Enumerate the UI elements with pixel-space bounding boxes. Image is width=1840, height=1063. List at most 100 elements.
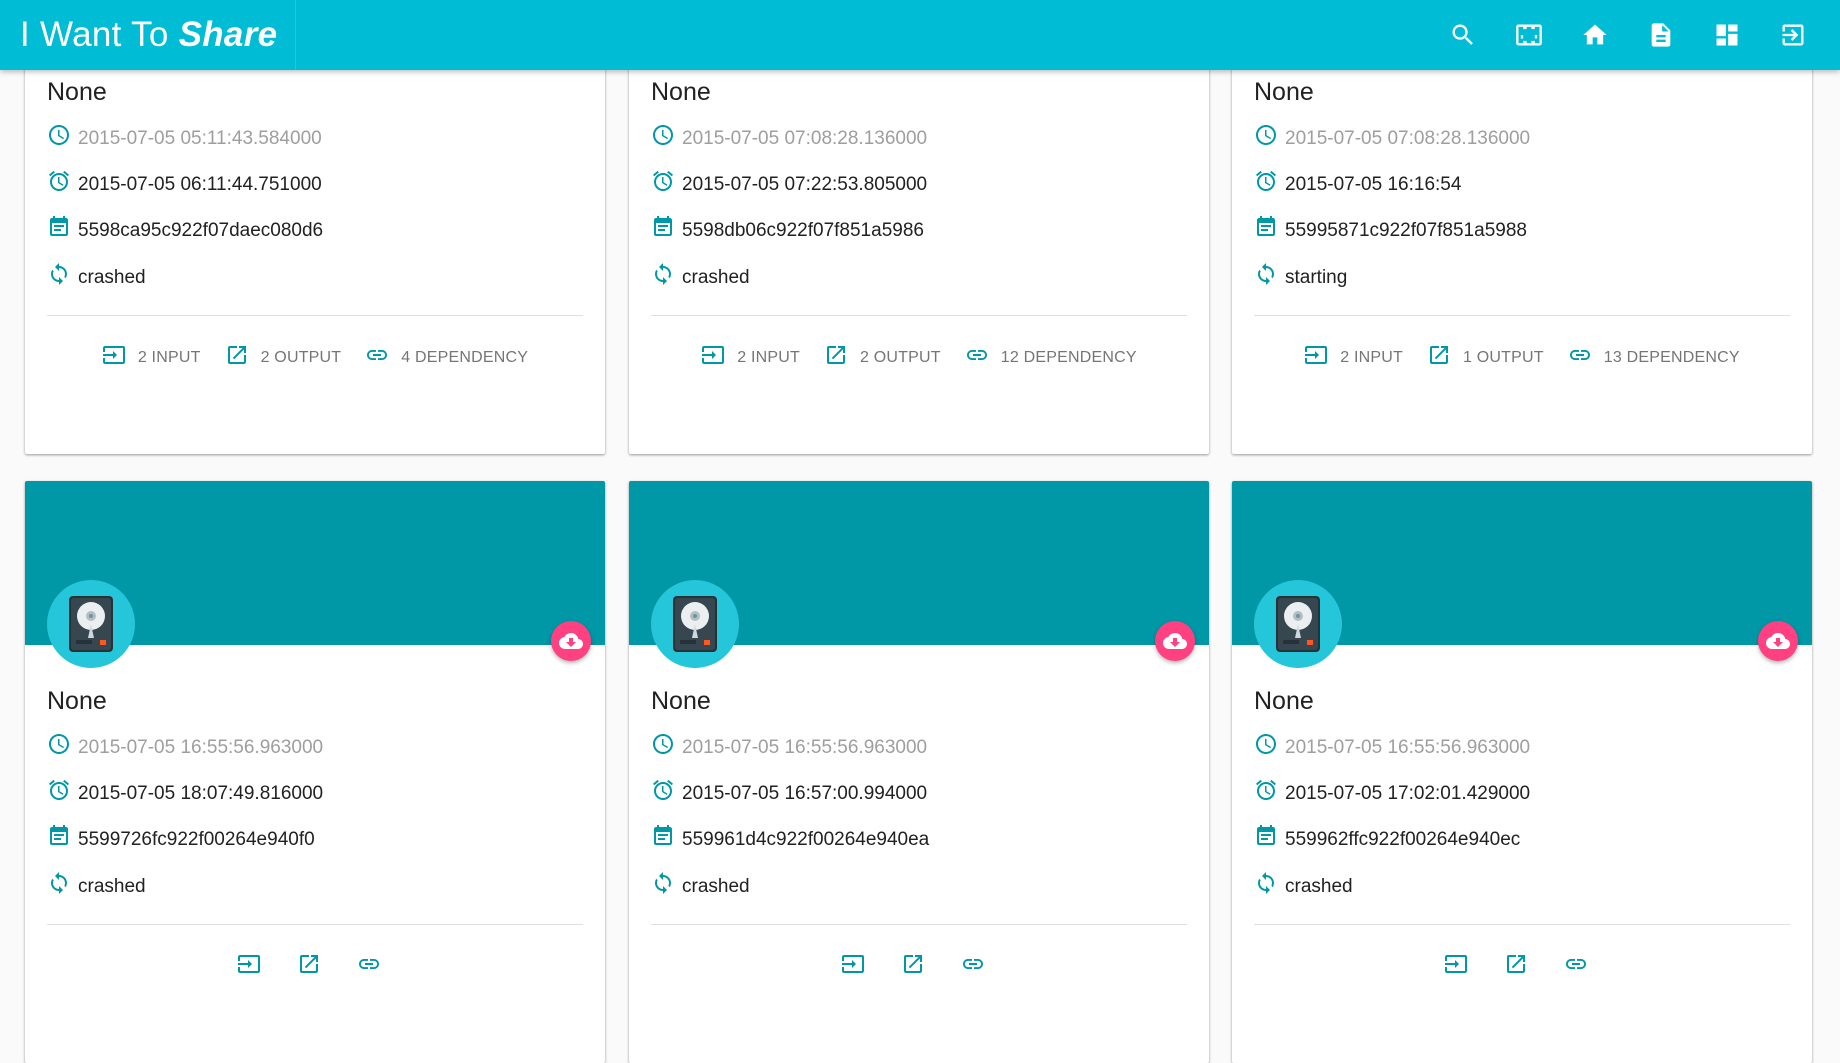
logout-button[interactable] [1760, 0, 1826, 70]
input-icon [842, 954, 864, 973]
status-row: crashed [47, 872, 146, 902]
output-button[interactable]: 2 OUTPUT [213, 338, 354, 378]
created-row: 2015-07-05 07:08:28.136000 [651, 124, 927, 154]
status-row: crashed [1254, 872, 1353, 902]
card-actions: 2 INPUT 2 OUTPUT 4 DEPENDENCY [25, 338, 605, 378]
card-actions [25, 947, 605, 987]
card-divider [651, 315, 1187, 316]
output-button[interactable]: 2 OUTPUT [812, 338, 953, 378]
dependency-button[interactable] [1552, 947, 1612, 987]
open-in-new-icon [904, 954, 922, 973]
updated-row: 2015-07-05 06:11:44.751000 [47, 170, 322, 200]
fullscreen-icon [1516, 24, 1542, 46]
sync-icon [655, 872, 671, 894]
download-button[interactable] [1758, 621, 1798, 661]
id-row: 5599726fc922f00264e940f0 [47, 825, 315, 855]
updated-row: 2015-07-05 16:57:00.994000 [651, 779, 927, 809]
home-button[interactable] [1562, 0, 1628, 70]
input-button[interactable]: 2 INPUT [689, 338, 812, 378]
dependency-button[interactable] [949, 947, 1009, 987]
input-button[interactable] [1432, 947, 1492, 987]
id-row: 5598ca95c922f07daec080d6 [47, 216, 323, 246]
calendar-icon [654, 216, 672, 236]
output-count: 2 OUTPUT [860, 349, 941, 366]
output-button[interactable] [889, 947, 949, 987]
link-icon [966, 349, 987, 360]
document-button[interactable] [1628, 0, 1694, 70]
link-icon [367, 349, 388, 360]
input-button[interactable] [829, 947, 889, 987]
job-card[interactable]: None 2015-07-05 16:55:56.963000 2015-07-… [629, 481, 1209, 1063]
card-actions [629, 947, 1209, 987]
job-card[interactable]: None 2015-07-05 16:55:56.963000 2015-07-… [25, 481, 605, 1063]
link-icon [359, 958, 379, 969]
clock-icon [49, 125, 69, 145]
created-row: 2015-07-05 16:55:56.963000 [47, 733, 323, 763]
calendar-icon [50, 825, 68, 845]
card-actions: 2 INPUT 1 OUTPUT 13 DEPENDENCY [1232, 338, 1812, 378]
sync-icon [1258, 263, 1274, 285]
status-row: crashed [651, 872, 750, 902]
download-button[interactable] [551, 621, 591, 661]
calendar-icon [1257, 216, 1275, 236]
dependency-button[interactable]: 12 DEPENDENCY [953, 338, 1149, 378]
status-row: crashed [47, 263, 146, 293]
input-icon [238, 954, 260, 973]
open-in-new-icon [300, 954, 318, 973]
input-button[interactable] [225, 947, 285, 987]
calendar-icon [654, 825, 672, 845]
search-button[interactable] [1430, 0, 1496, 70]
job-card[interactable]: None 2015-07-05 16:55:56.963000 2015-07-… [1232, 481, 1812, 1063]
created-row: 2015-07-05 07:08:28.136000 [1254, 124, 1530, 154]
open-in-new-icon [227, 345, 246, 364]
status-text: crashed [1285, 876, 1353, 897]
dependency-count: 4 DEPENDENCY [401, 349, 529, 366]
input-count: 2 INPUT [137, 349, 201, 366]
id-row: 559961d4c922f00264e940ea [651, 825, 929, 855]
app-title[interactable]: I Want To Share [20, 0, 297, 70]
status-text: crashed [78, 267, 146, 288]
card-divider [651, 924, 1187, 925]
avatar [651, 580, 739, 668]
cloud-download-icon [1766, 633, 1790, 649]
link-icon [1566, 958, 1586, 969]
toolbar-actions [1430, 0, 1826, 70]
status-text: crashed [78, 876, 146, 897]
job-id: 55995871c922f07f851a5988 [1285, 220, 1527, 241]
sync-icon [1258, 872, 1274, 894]
updated-row: 2015-07-05 17:02:01.429000 [1254, 779, 1530, 809]
output-button[interactable] [1492, 947, 1552, 987]
job-id: 559962ffc922f00264e940ec [1285, 829, 1521, 850]
updated-time: 2015-07-05 07:22:53.805000 [682, 174, 928, 195]
input-count: 2 INPUT [1340, 349, 1404, 366]
input-button[interactable]: 2 INPUT [1292, 338, 1415, 378]
dashboard-button[interactable] [1694, 0, 1760, 70]
fullscreen-button[interactable] [1496, 0, 1562, 70]
updated-row: 2015-07-05 18:07:49.816000 [47, 779, 323, 809]
output-button[interactable]: 1 OUTPUT [1415, 338, 1556, 378]
input-button[interactable]: 2 INPUT [90, 338, 213, 378]
output-button[interactable] [285, 947, 345, 987]
clock-icon [653, 125, 673, 145]
created-time: 2015-07-05 16:55:56.963000 [78, 737, 324, 758]
job-id: 5598db06c922f07f851a5986 [682, 220, 924, 241]
input-icon [1305, 345, 1328, 364]
created-row: 2015-07-05 05:11:43.584000 [47, 124, 322, 154]
job-id: 559961d4c922f00264e940ea [682, 829, 930, 850]
alarm-icon [653, 170, 673, 191]
download-button[interactable] [1155, 621, 1195, 661]
hard-drive-icon [69, 596, 113, 652]
dependency-button[interactable] [345, 947, 405, 987]
dependency-button[interactable]: 4 DEPENDENCY [353, 338, 540, 378]
job-id: 5599726fc922f00264e940f0 [78, 829, 315, 850]
alarm-icon [1256, 779, 1276, 800]
dependency-button[interactable]: 13 DEPENDENCY [1556, 338, 1752, 378]
created-time: 2015-07-05 16:55:56.963000 [682, 737, 928, 758]
status-text: crashed [682, 267, 750, 288]
updated-time: 2015-07-05 18:07:49.816000 [78, 783, 324, 804]
created-time: 2015-07-05 05:11:43.584000 [78, 128, 322, 149]
link-icon [963, 958, 983, 969]
card-title: None [47, 687, 107, 715]
card-divider [1254, 924, 1790, 925]
card-title: None [651, 687, 711, 715]
